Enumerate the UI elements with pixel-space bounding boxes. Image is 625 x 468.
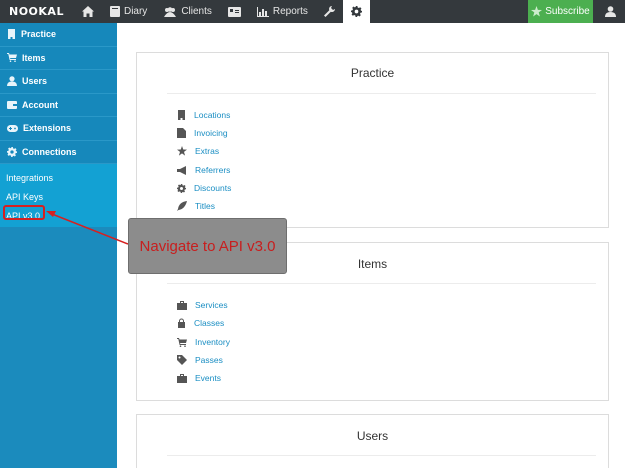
annotation-callout: Navigate to API v3.0 xyxy=(128,218,287,274)
callout-text: Navigate to API v3.0 xyxy=(139,237,276,255)
annotation-arrow xyxy=(46,211,129,245)
